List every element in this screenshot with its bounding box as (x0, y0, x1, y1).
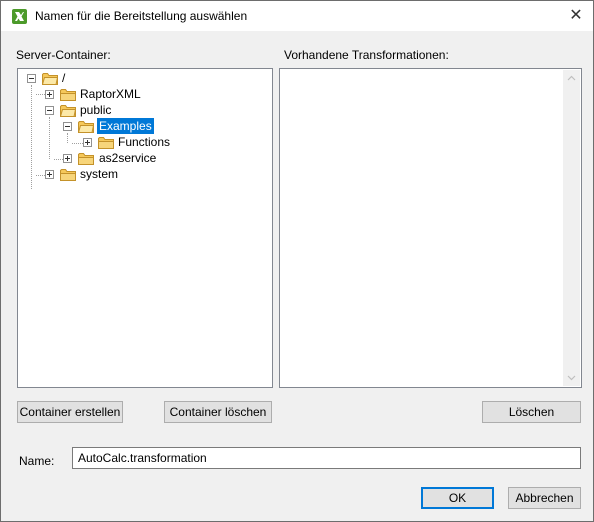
folder-icon (60, 105, 76, 117)
plus-box-icon[interactable] (63, 154, 72, 163)
ok-button[interactable]: OK (421, 487, 494, 509)
minus-box-icon[interactable] (63, 122, 72, 131)
app-logo-icon (12, 9, 27, 24)
folder-icon (60, 89, 76, 101)
tree-item-label: / (62, 71, 66, 85)
tree-item-raptorxml[interactable]: RaptorXML (18, 86, 268, 102)
title-bar: Namen für die Bereitstellung auswählen ✕ (1, 1, 593, 31)
tree-item-functions[interactable]: Functions (18, 134, 268, 150)
cancel-button[interactable]: Abbrechen (508, 487, 581, 509)
tree-item-label: RaptorXML (80, 87, 141, 101)
plus-box-icon[interactable] (45, 90, 54, 99)
tree-item-label-selected: Examples (97, 118, 154, 134)
create-container-button[interactable]: Container erstellen (17, 401, 123, 423)
close-icon[interactable]: ✕ (559, 1, 593, 31)
folder-icon (78, 121, 94, 133)
folder-icon (98, 137, 114, 149)
tree-item-public[interactable]: public (18, 102, 268, 118)
transformations-label: Vorhandene Transformationen: (284, 48, 449, 62)
folder-icon (42, 73, 58, 85)
tree-item-examples[interactable]: Examples (18, 118, 268, 134)
server-container-tree[interactable]: / RaptorXML public Examples Functions as… (17, 68, 273, 388)
plus-box-icon[interactable] (83, 138, 92, 147)
dialog-window: Namen für die Bereitstellung auswählen ✕… (0, 0, 594, 522)
delete-button[interactable]: Löschen (482, 401, 581, 423)
tree-item-system[interactable]: system (18, 166, 268, 182)
chevron-down-icon[interactable] (563, 369, 580, 386)
tree-item-label: public (80, 103, 112, 117)
tree-item-label: as2service (99, 151, 157, 165)
tree-item-as2service[interactable]: as2service (18, 150, 268, 166)
chevron-up-icon[interactable] (563, 70, 580, 87)
plus-box-icon[interactable] (45, 170, 54, 179)
minus-box-icon[interactable] (45, 106, 54, 115)
tree-item-label: Functions (118, 135, 171, 149)
name-input[interactable]: AutoCalc.transformation (72, 447, 581, 469)
delete-container-button[interactable]: Container löschen (164, 401, 272, 423)
tree-item-root[interactable]: / (18, 70, 268, 86)
transformations-list[interactable] (279, 68, 582, 388)
minus-box-icon[interactable] (27, 74, 36, 83)
server-container-label: Server-Container: (16, 48, 111, 62)
folder-icon (78, 153, 94, 165)
vertical-scrollbar[interactable] (563, 70, 580, 386)
name-label: Name: (19, 454, 55, 468)
folder-icon (60, 169, 76, 181)
window-title: Namen für die Bereitstellung auswählen (35, 9, 248, 23)
tree-item-label: system (80, 167, 119, 181)
